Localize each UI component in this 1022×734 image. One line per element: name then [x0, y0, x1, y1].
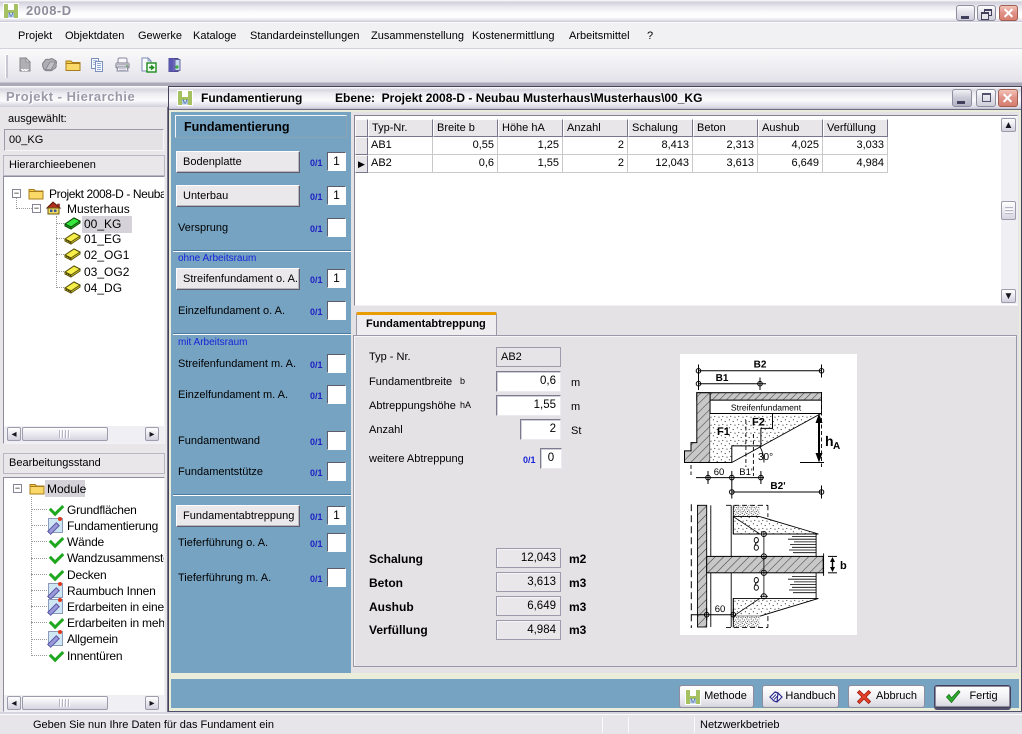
svg-text:30°: 30°	[758, 452, 773, 463]
svg-text:b: b	[840, 560, 847, 572]
svg-text:Streifenfundament: Streifenfundament	[731, 402, 802, 412]
svg-text:60: 60	[714, 467, 725, 478]
svg-text:B1: B1	[716, 373, 729, 384]
svg-text:B1': B1'	[739, 467, 753, 478]
svg-text:A: A	[833, 441, 840, 452]
svg-text:B2': B2'	[770, 481, 785, 492]
svg-text:B2: B2	[754, 360, 767, 371]
svg-text:M: M	[182, 100, 188, 107]
svg-text:F1: F1	[717, 426, 730, 438]
svg-text:M: M	[8, 13, 14, 20]
svg-text:M: M	[690, 699, 696, 706]
svg-text:60: 60	[715, 604, 726, 615]
svg-text:F2: F2	[752, 417, 765, 429]
